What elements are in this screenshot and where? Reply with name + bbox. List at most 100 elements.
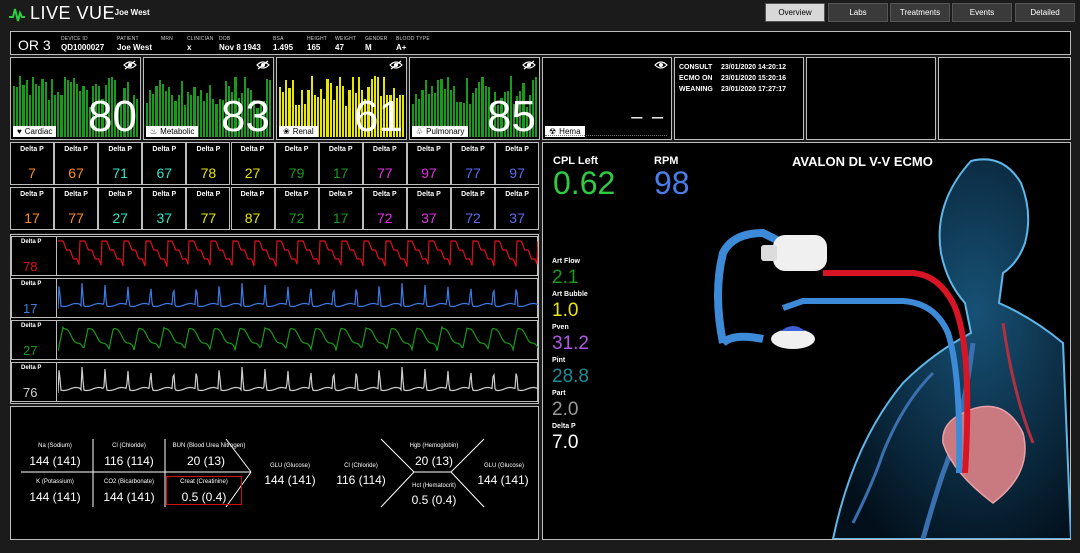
delta-p-value: 72: [288, 210, 305, 226]
info-field-weight: WEIGHT 47: [335, 36, 356, 52]
eye-icon[interactable]: [123, 60, 137, 70]
delta-p-value: 7: [28, 165, 36, 181]
delta-p-cell[interactable]: Delta P 72: [451, 187, 495, 230]
delta-p-cell[interactable]: Delta P 37: [495, 187, 540, 230]
delta-p-label: Delta P: [20, 146, 44, 153]
organ-score: 61: [354, 92, 403, 141]
trend-bar: [202, 100, 205, 137]
info-value: Nov 8 1943: [219, 43, 261, 52]
delta-p-value: 17: [24, 210, 40, 226]
waveform-trace: [58, 325, 538, 353]
ecmo-panel: CPL Left 0.62 RPM 98 AVALON DL V-V ECMO: [542, 142, 1071, 540]
trend-bar: [72, 77, 76, 137]
waveform-trace: [58, 282, 538, 310]
delta-p-label: Delta P: [417, 146, 441, 153]
delta-p-cell[interactable]: Delta P 77: [186, 187, 231, 230]
eye-icon[interactable]: [654, 60, 668, 70]
trend-bar: [79, 90, 82, 137]
delta-p-cell[interactable]: Delta P 72: [362, 187, 407, 230]
delta-p-cell[interactable]: Delta P 97: [495, 142, 540, 185]
delta-p-label: Delta P: [417, 191, 441, 198]
rpm-value: 98: [654, 165, 690, 201]
vital-value: 1.0: [552, 300, 579, 321]
delta-p-cell[interactable]: Delta P 37: [406, 187, 451, 230]
organ-label: ♥ Cardiac: [13, 126, 57, 137]
waveform-label: Delta P: [21, 281, 42, 287]
vital-label: Delta P: [552, 423, 576, 430]
delta-p-cell[interactable]: Delta P 7: [10, 142, 54, 185]
lab-na-label: Na (Sodium): [38, 443, 72, 449]
trend-bar: [212, 98, 215, 137]
trend-bar: [66, 79, 69, 137]
delta-p-cell[interactable]: Delta P 87: [230, 187, 275, 230]
info-value: x: [187, 43, 192, 52]
eye-icon[interactable]: [256, 60, 270, 70]
tab-detailed[interactable]: Detailed: [1015, 3, 1075, 22]
trend-bar: [215, 103, 218, 137]
delta-p-cell[interactable]: Delta P 72: [274, 187, 319, 230]
organ-panel-pulmonary[interactable]: 85 ♧ Pulmonary: [409, 57, 540, 140]
delta-p-cell[interactable]: Delta P 97: [406, 142, 451, 185]
vital-value: 28.8: [552, 366, 589, 387]
lab-k-value: 144 (141): [29, 490, 81, 504]
delta-p-value: 37: [509, 210, 525, 226]
trend-bar: [332, 99, 335, 137]
organ-panel-cardiac[interactable]: 80 ♥ Cardiac: [10, 57, 141, 140]
delta-p-cell[interactable]: Delta P 27: [230, 142, 275, 185]
waveform-row[interactable]: Delta P 17: [11, 278, 538, 318]
delta-p-value: 77: [377, 165, 393, 181]
delta-p-cell[interactable]: Delta P 17: [10, 187, 54, 230]
delta-p-label: Delta P: [64, 146, 88, 153]
delta-p-cell[interactable]: Delta P 67: [142, 142, 187, 185]
tab-overview[interactable]: Overview: [765, 3, 825, 22]
delta-p-cell[interactable]: Delta P 37: [142, 187, 187, 230]
trend-bar: [481, 76, 484, 137]
waveform-row[interactable]: Delta P 78: [11, 236, 538, 276]
hema-panel: – – ☢ Hema: [542, 57, 672, 140]
delta-p-cell[interactable]: Delta P 67: [54, 142, 99, 185]
waveform-row[interactable]: Delta P 76: [11, 362, 538, 402]
waveform-divider: [56, 237, 57, 275]
waveform-divider: [56, 279, 57, 317]
delta-p-cell[interactable]: Delta P 17: [318, 142, 363, 185]
tab-labs[interactable]: Labs: [828, 3, 888, 22]
lab-k-label: K (Potassium): [36, 479, 74, 485]
eye-icon[interactable]: [389, 60, 403, 70]
trend-bar: [57, 91, 60, 137]
delta-p-cell[interactable]: Delta P 71: [98, 142, 143, 185]
delta-p-value: 79: [288, 165, 305, 181]
lab-co2-label: CO2 (Bicarbonate): [103, 479, 155, 485]
organ-panel-renal[interactable]: 61 ❀ Renal: [276, 57, 407, 140]
delta-p-cell[interactable]: Delta P 17: [318, 187, 363, 230]
tab-treatments[interactable]: Treatments: [890, 3, 950, 22]
delta-p-cell[interactable]: Delta P 79: [274, 142, 319, 185]
lab-bun-value: 20 (13): [186, 454, 226, 468]
delta-p-cell[interactable]: Delta P 27: [98, 187, 143, 230]
delta-p-cell[interactable]: Delta P 77: [451, 142, 495, 185]
lungs-icon: ♧: [416, 127, 424, 136]
delta-grid: Delta P 7 Delta P 67 Delta P 71 Delta P 67 Delta…: [10, 142, 540, 233]
info-value: 1.495: [273, 43, 294, 52]
delta-p-label: Delta P: [240, 191, 265, 198]
delta-p-cell[interactable]: Delta P 77: [362, 142, 407, 185]
waveform-trace: [58, 240, 538, 267]
timeline-key: ECMO ON: [679, 75, 713, 82]
breadcrumb-separator: >: [104, 8, 109, 17]
delta-p-label: Delta P: [461, 191, 485, 198]
delta-p-cell[interactable]: Delta P 77: [54, 187, 99, 230]
delta-p-label: Delta P: [196, 146, 221, 153]
breadcrumb-patient[interactable]: Joe West: [115, 8, 150, 17]
delta-p-value: 87: [244, 210, 261, 226]
waveform-row[interactable]: Delta P 27: [11, 320, 538, 360]
delta-p-value: 72: [377, 210, 393, 226]
tab-events[interactable]: Events: [952, 3, 1012, 22]
organ-panel-metabolic[interactable]: 83 ♨ Metabolic: [143, 57, 274, 140]
eye-icon[interactable]: [522, 60, 536, 70]
waveform-label: Delta P: [21, 239, 42, 245]
info-key: DEVICE ID: [61, 36, 88, 42]
delta-p-value: 67: [68, 165, 84, 181]
delta-p-cell[interactable]: Delta P 78: [186, 142, 231, 185]
organ-label-text: Cardiac: [24, 127, 53, 136]
lab-cl2-value: 116 (114): [336, 473, 386, 487]
info-value: 165: [307, 43, 321, 52]
